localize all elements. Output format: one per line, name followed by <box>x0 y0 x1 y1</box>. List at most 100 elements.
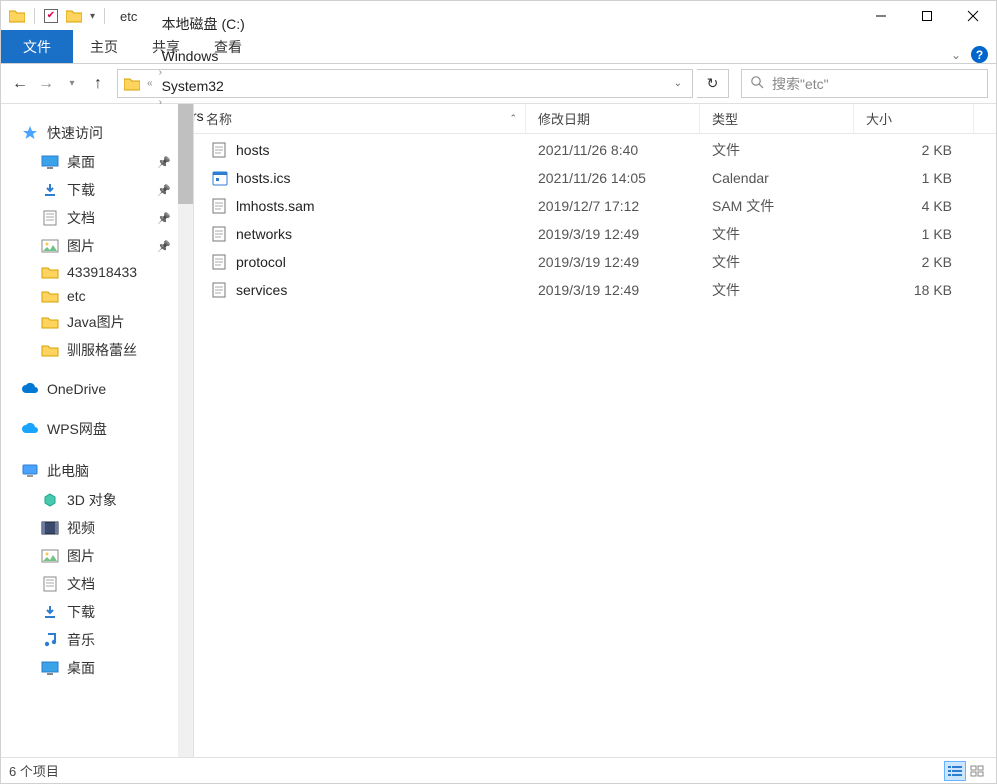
qat-dropdown-icon[interactable]: ▾ <box>90 11 95 22</box>
pin-icon: 📌 <box>157 156 171 169</box>
sidebar-item-label: 下载 <box>67 180 95 200</box>
qat-properties-button[interactable]: ✔ <box>44 9 58 23</box>
sidebar-item-label: 下载 <box>67 602 95 622</box>
recent-dropdown[interactable]: ▾ <box>61 73 83 95</box>
chevron-left-icon[interactable]: « <box>144 78 156 89</box>
sidebar-item[interactable]: 3D 对象 <box>1 486 193 514</box>
sidebar-item[interactable]: 图片📌 <box>1 232 193 260</box>
file-name: lmhosts.sam <box>236 198 315 214</box>
wps-header[interactable]: WPS网盘 <box>1 414 193 444</box>
chevron-right-icon[interactable]: › <box>156 67 165 78</box>
ribbon-collapse-icon[interactable]: ⌄ <box>951 48 961 62</box>
sidebar-item-label: 驯服格蕾丝 <box>67 340 137 360</box>
desktop-icon <box>41 154 59 170</box>
help-icon[interactable]: ? <box>971 46 988 63</box>
quick-access-toolbar: ✔ ▾ etc <box>1 1 137 31</box>
sidebar-item[interactable]: 桌面 <box>1 654 193 682</box>
search-placeholder: 搜索"etc" <box>772 74 829 94</box>
file-size: 18 KB <box>854 282 974 298</box>
sidebar-item[interactable]: Java图片 <box>1 308 193 336</box>
details-view-button[interactable] <box>944 761 966 781</box>
pic-icon <box>41 548 59 564</box>
qat-folder-icon[interactable] <box>66 9 82 23</box>
content-pane: 名称⌃ 修改日期 类型 大小 hosts2021/11/26 8:40文件2 K… <box>193 104 996 757</box>
refresh-button[interactable]: ↻ <box>697 69 729 98</box>
music-icon <box>41 632 59 648</box>
sidebar-item[interactable]: 音乐 <box>1 626 193 654</box>
file-icon <box>212 170 228 186</box>
file-date: 2019/3/19 12:49 <box>526 226 700 242</box>
table-row[interactable]: lmhosts.sam2019/12/7 17:12SAM 文件4 KB <box>194 192 996 220</box>
minimize-button[interactable] <box>858 1 904 31</box>
nav-row: ← → ▾ ↑ « 本地磁盘 (C:)›Windows›System32›dri… <box>1 64 996 104</box>
sidebar-item[interactable]: 视频 <box>1 514 193 542</box>
table-row[interactable]: networks2019/3/19 12:49文件1 KB <box>194 220 996 248</box>
cloud-icon <box>21 381 39 397</box>
sidebar-item[interactable]: 下载 <box>1 598 193 626</box>
file-type: Calendar <box>700 170 854 186</box>
sidebar-item[interactable]: etc <box>1 284 193 308</box>
table-row[interactable]: protocol2019/3/19 12:49文件2 KB <box>194 248 996 276</box>
file-list: hosts2021/11/26 8:40文件2 KBhosts.ics2021/… <box>194 134 996 757</box>
forward-button[interactable]: → <box>35 73 57 95</box>
back-button[interactable]: ← <box>9 73 31 95</box>
quick-access-label: 快速访问 <box>47 123 103 143</box>
home-tab[interactable]: 主页 <box>73 30 135 63</box>
folder-icon <box>41 264 59 280</box>
column-headers: 名称⌃ 修改日期 类型 大小 <box>194 104 996 134</box>
separator <box>34 8 35 24</box>
sidebar-item[interactable]: 文档📌 <box>1 204 193 232</box>
status-text: 6 个项目 <box>9 761 59 780</box>
close-button[interactable] <box>950 1 996 31</box>
address-bar[interactable]: « 本地磁盘 (C:)›Windows›System32›drivers›etc… <box>117 69 693 98</box>
search-input[interactable]: 搜索"etc" <box>741 69 988 98</box>
file-type: SAM 文件 <box>700 196 854 216</box>
file-date: 2021/11/26 8:40 <box>526 142 700 158</box>
address-dropdown-icon[interactable]: ⌄ <box>664 78 692 89</box>
table-row[interactable]: services2019/3/19 12:49文件18 KB <box>194 276 996 304</box>
file-size: 2 KB <box>854 142 974 158</box>
breadcrumb-segment[interactable]: Windows <box>156 48 251 64</box>
sidebar-item-label: 文档 <box>67 574 95 594</box>
breadcrumb-segment[interactable]: System32 <box>156 78 251 94</box>
table-row[interactable]: hosts2021/11/26 8:40文件2 KB <box>194 136 996 164</box>
table-row[interactable]: hosts.ics2021/11/26 14:05Calendar1 KB <box>194 164 996 192</box>
wps-label: WPS网盘 <box>47 419 107 439</box>
onedrive-header[interactable]: OneDrive <box>1 376 193 402</box>
status-bar: 6 个项目 <box>1 757 996 783</box>
large-icons-view-button[interactable] <box>966 761 988 781</box>
sidebar-item[interactable]: 下载📌 <box>1 176 193 204</box>
sidebar-item-label: Java图片 <box>67 312 125 332</box>
pin-icon: 📌 <box>157 240 171 253</box>
folder-icon <box>41 288 59 304</box>
file-date: 2019/3/19 12:49 <box>526 254 700 270</box>
sidebar-item[interactable]: 文档 <box>1 570 193 598</box>
sidebar-item[interactable]: 图片 <box>1 542 193 570</box>
file-name: networks <box>236 226 292 242</box>
col-date[interactable]: 修改日期 <box>526 104 700 133</box>
sidebar-item-label: 视频 <box>67 518 95 538</box>
file-date: 2019/12/7 17:12 <box>526 198 700 214</box>
col-type[interactable]: 类型 <box>700 104 854 133</box>
folder-icon <box>41 342 59 358</box>
sidebar-item[interactable]: 驯服格蕾丝 <box>1 336 193 364</box>
col-name[interactable]: 名称⌃ <box>194 104 526 133</box>
this-pc-label: 此电脑 <box>47 461 89 481</box>
sidebar-item[interactable]: 桌面📌 <box>1 148 193 176</box>
file-date: 2021/11/26 14:05 <box>526 170 700 186</box>
quick-access-header[interactable]: 快速访问 <box>1 118 193 148</box>
sidebar-item-label: 桌面 <box>67 658 95 678</box>
pc-icon <box>21 463 39 479</box>
maximize-button[interactable] <box>904 1 950 31</box>
up-button[interactable]: ↑ <box>87 73 109 95</box>
this-pc-header[interactable]: 此电脑 <box>1 456 193 486</box>
body: 快速访问 桌面📌下载📌文档📌图片📌433918433etcJava图片驯服格蕾丝… <box>1 104 996 757</box>
sidebar-item-label: 音乐 <box>67 630 95 650</box>
file-tab[interactable]: 文件 <box>1 30 73 63</box>
sidebar-item[interactable]: 433918433 <box>1 260 193 284</box>
file-name: services <box>236 282 287 298</box>
chevron-right-icon[interactable]: › <box>156 37 165 48</box>
file-type: 文件 <box>700 140 854 160</box>
col-size[interactable]: 大小 <box>854 104 974 133</box>
breadcrumb-segment[interactable]: 本地磁盘 (C:) <box>156 14 251 34</box>
